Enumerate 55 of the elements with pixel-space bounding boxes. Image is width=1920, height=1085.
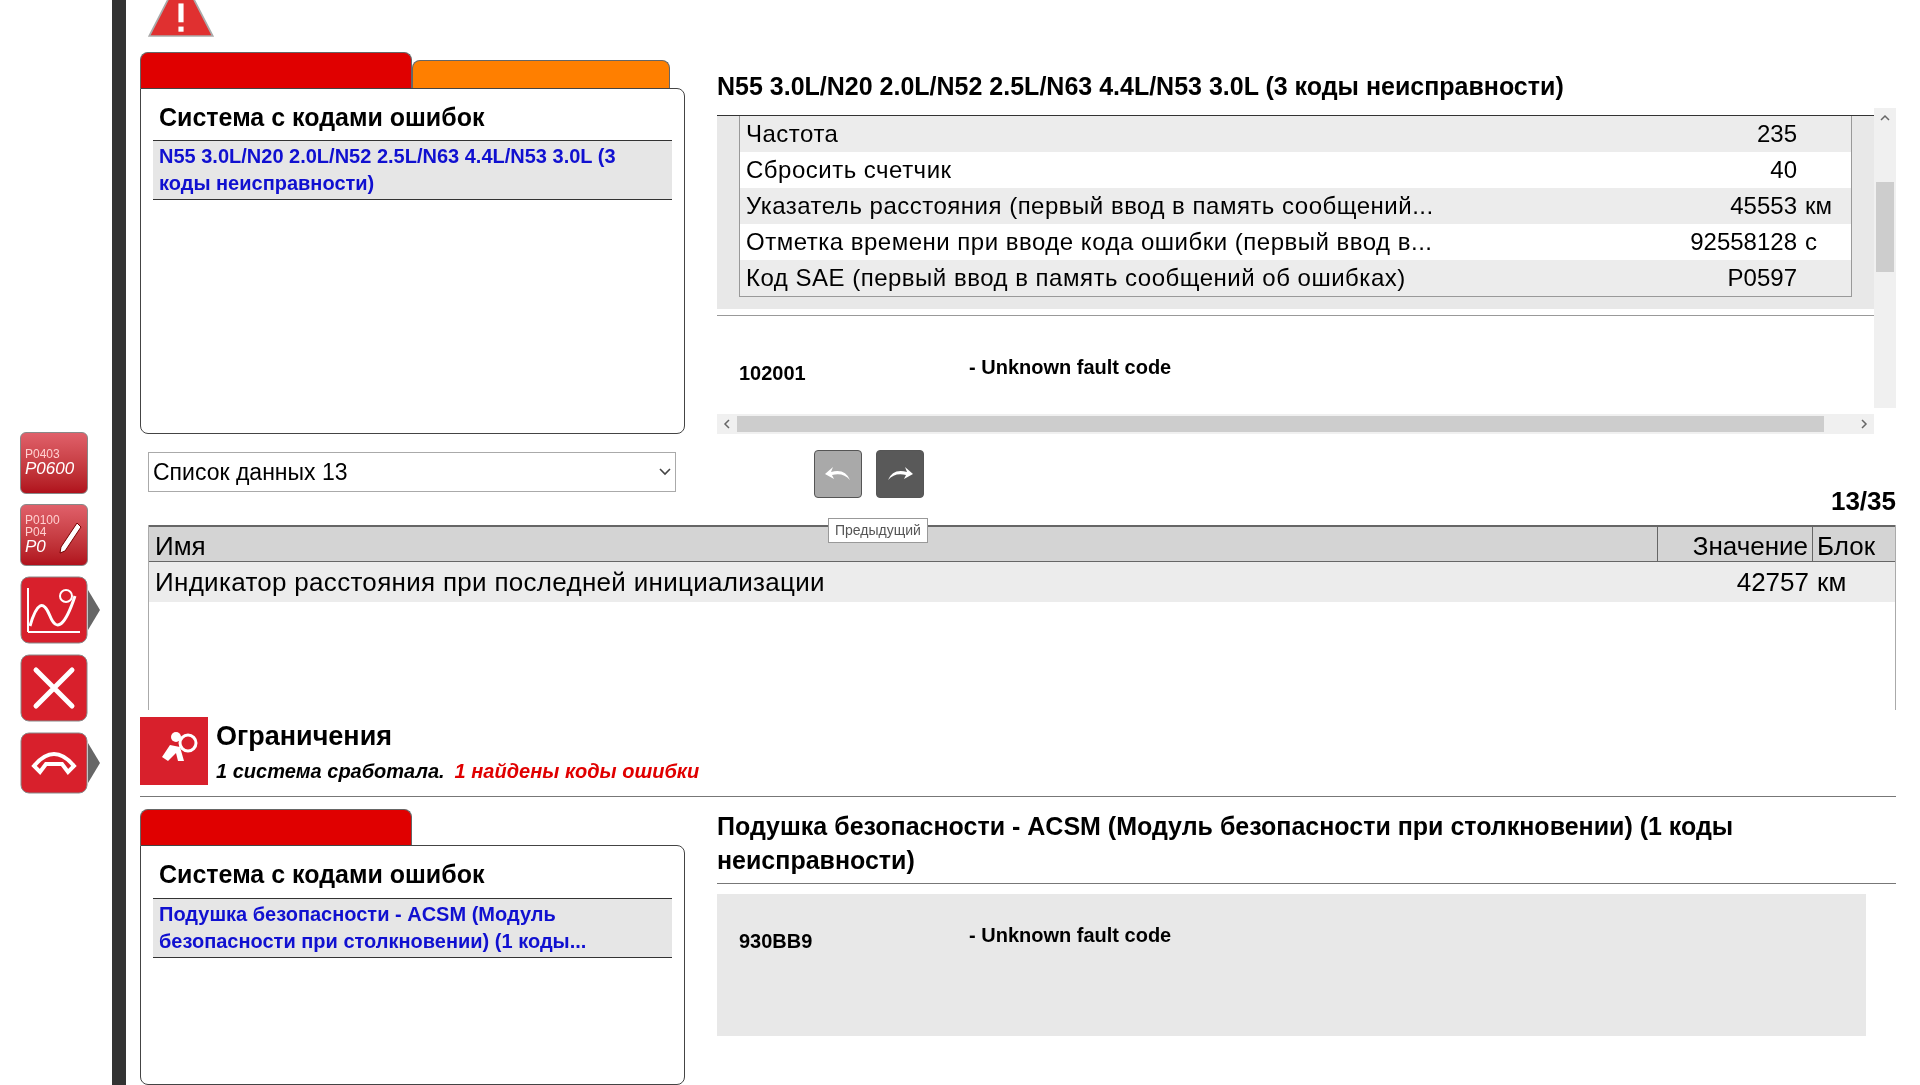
- vertical-scrollbar[interactable]: [1874, 107, 1896, 408]
- table-cell-text: 42757: [1735, 565, 1810, 599]
- fault-code-icon[interactable]: P0403 P0600: [20, 432, 88, 494]
- code-label: P0600: [25, 460, 76, 478]
- code-label: P0: [25, 538, 47, 556]
- detail-value: 92558128: [1689, 227, 1797, 258]
- detail-name: Частота: [746, 119, 840, 150]
- table-cell-text: Индикатор расстояния при последней инициализации: [154, 565, 826, 599]
- system-tab[interactable]: [412, 59, 670, 88]
- scrollbar-thumb[interactable]: [737, 416, 1824, 433]
- scroll-left-icon[interactable]: [723, 419, 731, 430]
- detail-unit: с: [1804, 227, 1818, 258]
- table-cell-text: км: [1816, 565, 1848, 599]
- detail-value: 40: [1769, 155, 1797, 186]
- chart-icon[interactable]: [20, 576, 88, 644]
- tooltip: Предыдущий: [828, 518, 928, 544]
- system-tab[interactable]: [140, 51, 412, 88]
- code-label: P0403: [25, 448, 61, 460]
- code-label: P04: [25, 526, 48, 538]
- system-title: Подушка безопасности - ACSM (Модуль безопасности при столкновении) (1 коды неисправности): [717, 809, 1896, 884]
- detail-name: Сбросить счетчик: [746, 155, 953, 186]
- detail-value: P0597: [1726, 263, 1797, 294]
- scroll-right-icon[interactable]: [1860, 419, 1868, 430]
- column-header: Значение: [1658, 527, 1813, 562]
- fault-description: - Unknown fault code: [969, 355, 1172, 381]
- horizontal-scrollbar[interactable]: [717, 414, 1874, 435]
- found-codes-text: 1 найдены коды ошибки: [454, 759, 700, 784]
- code-label: P0100: [25, 514, 61, 526]
- fault-code: 930BB9: [739, 929, 814, 954]
- fault-code: 102001: [739, 361, 807, 387]
- page-counter: 13/35: [1830, 485, 1896, 519]
- data-list-dropdown[interactable]: Список данных 13: [148, 452, 676, 493]
- detail-name: Отметка времени при вводе кода ошибки (первый ввод в...: [746, 227, 1434, 258]
- detail-value: 235: [1755, 119, 1797, 150]
- tools-icon[interactable]: [20, 654, 88, 722]
- back-button[interactable]: [814, 450, 862, 499]
- section-title: Ограничения: [216, 719, 393, 753]
- column-header: Блок: [1816, 530, 1877, 562]
- fault-code-icon[interactable]: P0100 P04 P0: [20, 504, 88, 566]
- scroll-up-icon[interactable]: [1880, 113, 1890, 122]
- detail-name: Указатель расстояния (первый ввод в память сообщений...: [746, 191, 1435, 222]
- scrollbar-thumb[interactable]: [1876, 181, 1894, 272]
- phone-icon[interactable]: [20, 732, 88, 794]
- detail-unit: км: [1804, 191, 1833, 222]
- system-list-item[interactable]: N55 3.0L/N20 2.0L/N52 2.5L/N63 4.4L/N53 3.0L (3 коды неисправности): [153, 141, 672, 201]
- detail-value: 45553: [1729, 191, 1797, 222]
- system-list-item[interactable]: Подушка безопасности - ACSM (Модуль безопасности при столкновении) (1 коды...: [153, 898, 672, 958]
- fault-description: - Unknown fault code: [969, 923, 1172, 948]
- airbag-icon: [140, 716, 208, 785]
- forward-button[interactable]: [876, 450, 924, 499]
- detail-name: Код SAE (первый ввод в память сообщений об ошибках): [746, 263, 1407, 294]
- summary-text: 1 система сработала.: [216, 759, 445, 784]
- chevron-down-icon: [659, 468, 671, 477]
- system-title: N55 3.0L/N20 2.0L/N52 2.5L/N63 4.4L/N53 3.0L (3 коды неисправности): [717, 70, 1565, 102]
- panel-title: Система с кодами ошибок: [153, 856, 672, 899]
